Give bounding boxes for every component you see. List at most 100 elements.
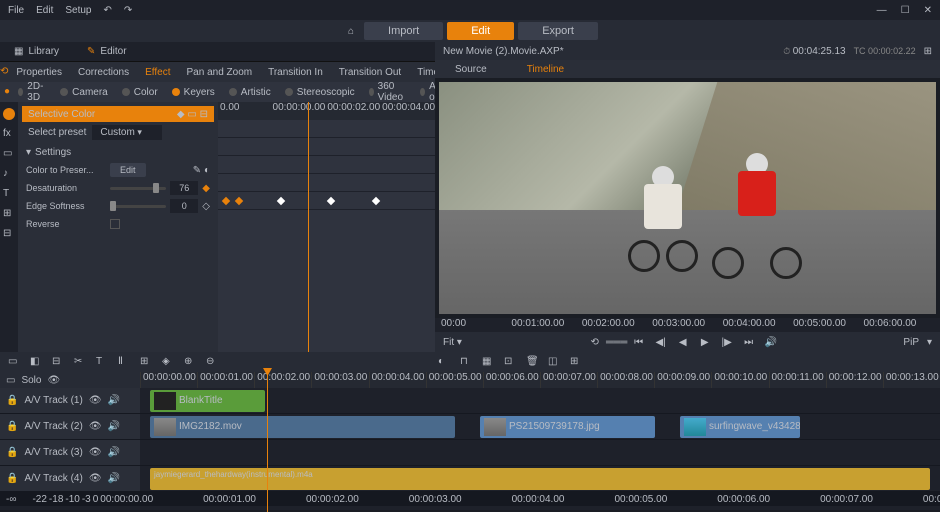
loop-icon[interactable]: ⟲ (588, 335, 602, 349)
fit-dropdown[interactable]: Fit ▾ (443, 337, 462, 348)
step-fwd-icon[interactable]: |▶ (720, 335, 734, 349)
magnet-icon[interactable]: ⊓ (460, 356, 472, 368)
subtab-360[interactable]: 360 Video (363, 82, 412, 102)
export-button[interactable]: Export (518, 22, 598, 40)
close-icon[interactable]: ✕ (924, 5, 932, 16)
track-4[interactable]: 🔒A/V Track (4)👁🔊 jaymiegerard_thehardway… (0, 466, 940, 492)
fx-tool-7[interactable]: ⊟ (3, 228, 15, 240)
tab-corrections[interactable]: Corrections (70, 62, 137, 82)
tool-2[interactable]: ◧ (30, 356, 42, 368)
scrub-bar[interactable]: ═══ (610, 335, 624, 349)
tool-17[interactable]: ⊞ (570, 356, 582, 368)
tab-panzoom[interactable]: Pan and Zoom (179, 62, 261, 82)
tab-properties[interactable]: Properties (8, 62, 70, 82)
speaker-icon[interactable]: 🔊 (108, 395, 120, 406)
subtab-artistic[interactable]: Artistic (223, 82, 277, 102)
speaker-icon[interactable]: 🔊 (108, 447, 120, 458)
lock-icon[interactable]: 🔒 (6, 395, 18, 406)
redo-icon[interactable]: ↷ (124, 5, 132, 16)
tab-editor[interactable]: ✎ Editor (73, 42, 141, 61)
video-preview[interactable] (439, 82, 936, 314)
color-edit-button[interactable]: Edit (110, 163, 146, 177)
tool-11[interactable]: ◐ (438, 356, 450, 368)
keyframe[interactable] (222, 197, 230, 205)
edge-value[interactable]: 0 (170, 199, 198, 213)
goto-end-icon[interactable]: ⏭ (742, 335, 756, 349)
tab-transin[interactable]: Transition In (260, 62, 331, 82)
keyframe[interactable] (372, 197, 380, 205)
track-2[interactable]: 🔒A/V Track (2)👁🔊 IMG2182.mov PS215097391… (0, 414, 940, 440)
tab-transout[interactable]: Transition Out (331, 62, 409, 82)
play-back-icon[interactable]: ◀ (676, 335, 690, 349)
timeline-playhead[interactable] (267, 372, 268, 512)
track-add-icon[interactable]: ▭ (6, 375, 15, 386)
settings-toggle[interactable]: ▾ Settings (22, 143, 214, 161)
tab-source[interactable]: Source (435, 60, 507, 78)
clip-image[interactable]: PS21509739178.jpg (480, 416, 655, 438)
timeline-ruler[interactable]: 00:00:00.0000:00:01.0000:00:02.0000:00:0… (140, 372, 940, 388)
trash-icon[interactable]: 🗑 (526, 356, 538, 368)
keyframe-area[interactable]: 0.00 00:00:00.00 00:00:02.00 00:00:04.00 (218, 102, 435, 352)
goto-start-icon[interactable]: ⏮ (632, 335, 646, 349)
eyedropper-icon[interactable]: ✎ ◐ (193, 165, 210, 176)
fx-tool-1[interactable] (3, 108, 15, 120)
eye-icon[interactable]: 👁 (89, 447, 102, 458)
tool-1[interactable]: ▭ (8, 356, 20, 368)
tool-14[interactable]: ⊡ (504, 356, 516, 368)
eye-icon[interactable]: 👁 (89, 421, 102, 432)
subtab-keyers[interactable]: Keyers (166, 82, 221, 102)
track-3[interactable]: 🔒A/V Track (3)👁🔊 (0, 440, 940, 466)
tool-16[interactable]: ◫ (548, 356, 560, 368)
fx-tool-4[interactable]: ♪ (3, 168, 15, 180)
menu-file[interactable]: File (8, 5, 24, 16)
lock-icon[interactable]: 🔒 (6, 473, 18, 484)
tool-13[interactable]: ▦ (482, 356, 494, 368)
clip-title[interactable]: BlankTitle (150, 390, 265, 412)
fx-tool-3[interactable]: ▭ (3, 148, 15, 160)
fx-tool-5[interactable]: T (3, 188, 15, 200)
undo-icon[interactable]: ↶ (104, 5, 112, 16)
clip-video-2[interactable]: surfingwave_v4342874.mov (680, 416, 800, 438)
reverse-checkbox[interactable] (110, 219, 120, 229)
speaker-icon[interactable]: 🔊 (108, 421, 120, 432)
tool-6[interactable]: Ⅱ (118, 356, 130, 368)
tab-effect[interactable]: Effect (137, 62, 178, 82)
text-tool-icon[interactable]: T (96, 356, 108, 368)
play-icon[interactable]: ▶ (698, 335, 712, 349)
home-icon[interactable]: ⌂ (342, 22, 360, 40)
tool-7[interactable]: ⊞ (140, 356, 152, 368)
menu-edit[interactable]: Edit (36, 5, 53, 16)
keyframe[interactable] (327, 197, 335, 205)
track-1[interactable]: 🔒A/V Track (1)👁🔊 BlankTitle (0, 388, 940, 414)
subtab-camera[interactable]: Camera (54, 82, 114, 102)
preset-select[interactable]: Custom ▾ (92, 125, 162, 140)
maximize-icon[interactable]: ☐ (901, 5, 910, 16)
tool-3[interactable]: ⊟ (52, 356, 64, 368)
edge-slider[interactable] (110, 205, 166, 208)
panel-menu-icon[interactable]: ⊞ (924, 46, 932, 57)
subtab-2d3d[interactable]: 2D-3D (12, 82, 52, 102)
eye-icon[interactable]: 👁 (89, 395, 102, 406)
back-icon[interactable]: ⟲ (0, 62, 8, 80)
speaker-icon[interactable]: 🔊 (108, 473, 120, 484)
fx-tool-6[interactable]: ⊞ (3, 208, 15, 220)
tab-library[interactable]: ▦ Library (0, 42, 73, 61)
desat-slider[interactable] (110, 187, 166, 190)
keyframe[interactable] (235, 197, 243, 205)
fx-tool-2[interactable]: fx (3, 128, 15, 140)
preview-ruler[interactable]: 00:0000:01:00.0000:02:00.0000:03:00.0000… (435, 318, 940, 332)
add-effect-icon[interactable]: ● (4, 82, 10, 100)
lock-icon[interactable]: 🔒 (6, 421, 18, 432)
keyframe[interactable] (277, 197, 285, 205)
lock-icon[interactable]: 🔒 (6, 447, 18, 458)
import-button[interactable]: Import (364, 22, 443, 40)
keyframe-playhead[interactable] (308, 102, 309, 352)
desat-value[interactable]: 76 (170, 181, 198, 195)
solo-label[interactable]: Solo (21, 375, 41, 386)
step-back-icon[interactable]: ◀| (654, 335, 668, 349)
mute-all-icon[interactable]: 👁 (47, 375, 60, 386)
subtab-stereo[interactable]: Stereoscopic (279, 82, 361, 102)
tool-9[interactable]: ⊕ (184, 356, 196, 368)
volume-icon[interactable]: 🔊 (764, 335, 778, 349)
menu-setup[interactable]: Setup (65, 5, 91, 16)
